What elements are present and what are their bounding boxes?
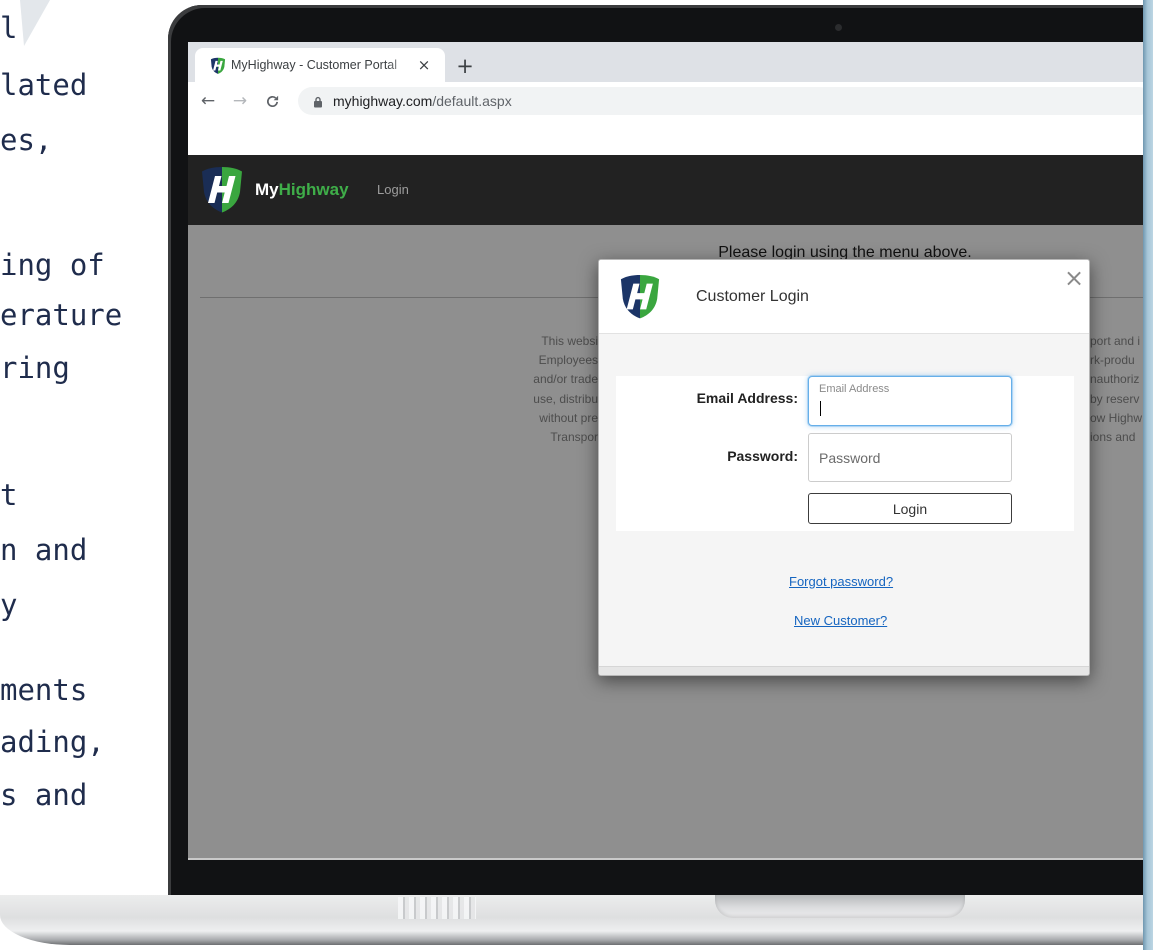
laptop-base (0, 895, 1153, 945)
tab-close-icon[interactable]: × (416, 56, 432, 74)
close-icon[interactable]: × (1063, 265, 1085, 291)
footer-text-fragment: Employees (538, 353, 598, 368)
password-input[interactable] (808, 433, 1012, 482)
side-copy-line: ing of (0, 248, 105, 282)
side-copy-line: y (0, 588, 18, 622)
brand-name-my: My (255, 180, 279, 199)
accent-strip (1143, 0, 1153, 950)
side-copy-line: ring (0, 351, 70, 385)
side-copy-line: ading, (0, 725, 105, 759)
email-floating-label: Email Address (819, 383, 890, 395)
address-bar[interactable]: myhighway.com/default.aspx (298, 87, 1153, 115)
laptop-screen: MyHighway - Customer Portal × + ← → myhi… (188, 42, 1153, 858)
reload-icon[interactable] (261, 90, 283, 112)
myhighway-logo-icon (619, 273, 661, 319)
nav-login-link[interactable]: Login (377, 155, 409, 225)
brand-name-highway: Highway (278, 180, 349, 199)
back-arrow-icon[interactable]: ← (197, 90, 219, 112)
modal-header: Customer Login × (599, 260, 1089, 334)
myhighway-logo-icon[interactable] (200, 165, 244, 213)
browser-toolbar: ← → myhighway.com/default.aspx (188, 82, 1153, 120)
browser-tab-active[interactable]: MyHighway - Customer Portal × (195, 48, 445, 82)
base-reflection (398, 897, 476, 919)
tab-title-fade (387, 54, 417, 78)
email-field[interactable]: Email Address (808, 376, 1012, 426)
site-navbar: MyHighway Login (188, 155, 1153, 225)
modal-footer (599, 666, 1089, 675)
myhighway-favicon-icon (210, 57, 226, 74)
customer-login-modal: Customer Login × Email Address: Email Ad… (598, 259, 1090, 676)
brand-name[interactable]: MyHighway (255, 155, 349, 225)
footer-text-fragment: This websi (541, 334, 598, 348)
side-copy-line: ments (0, 673, 88, 707)
footer-text-fragment: use, distribu (533, 391, 598, 406)
login-button[interactable]: Login (808, 493, 1012, 524)
url-text: myhighway.com/default.aspx (333, 87, 512, 115)
forward-arrow-icon[interactable]: → (229, 90, 251, 112)
footer-text-fragment: Transpor (550, 429, 598, 444)
side-copy-line: erature (0, 298, 123, 332)
webcam-icon (835, 24, 842, 31)
side-copy-line: t (0, 478, 18, 512)
text-caret (820, 401, 821, 416)
footer-text-fragment: without pre (539, 410, 598, 425)
footer-text-fragment: and/or trade (533, 372, 598, 387)
browser-tab-strip: MyHighway - Customer Portal × + (188, 42, 1153, 82)
laptop-lid-notch (715, 895, 965, 918)
login-form: Email Address: Email Address Password: L… (616, 376, 1074, 531)
forgot-password-link[interactable]: Forgot password? (789, 574, 893, 590)
footer-disclaimer-left: This websi Employees and/or trade use, d… (448, 332, 598, 447)
side-copy-line: n and (0, 533, 88, 567)
side-copy-line: s and (0, 778, 88, 812)
side-copy-line: es, (0, 123, 53, 157)
new-tab-button[interactable]: + (456, 55, 474, 77)
bookmark-bar (188, 120, 1153, 155)
password-label: Password: (727, 448, 798, 464)
modal-title: Customer Login (696, 288, 809, 305)
email-label: Email Address: (696, 390, 798, 406)
side-copy-line: lated (0, 68, 88, 102)
url-host: myhighway.com (333, 93, 433, 109)
lock-icon (313, 95, 323, 108)
screen-bottom-edge (188, 858, 1153, 860)
side-copy-line: l (0, 11, 18, 45)
new-customer-link[interactable]: New Customer? (794, 613, 887, 629)
email-input[interactable] (819, 398, 1001, 420)
url-path: /default.aspx (432, 93, 512, 109)
